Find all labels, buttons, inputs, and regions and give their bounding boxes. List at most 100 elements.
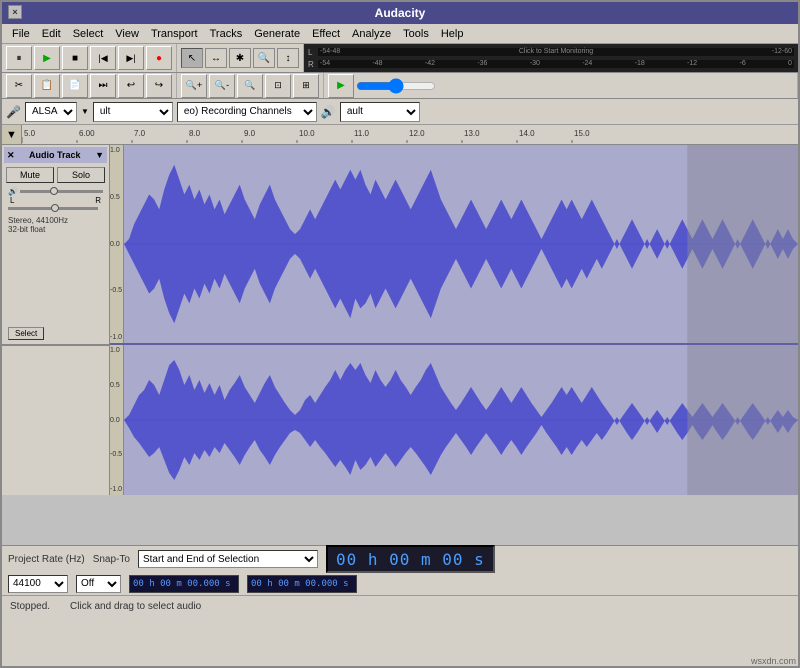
track-close-btn[interactable]: ✕ xyxy=(7,150,15,161)
stop-button[interactable]: ■ xyxy=(62,46,88,70)
db-label-r: -36 xyxy=(477,60,487,67)
amp-min-2: -1.0 xyxy=(110,486,123,493)
waveform-area[interactable]: 1.0 0.5 0.0 -0.5 -1.0 1.0 0.5 xyxy=(110,145,798,495)
track-info: Stereo, 44100Hz 32-bit float xyxy=(4,214,107,236)
track-gain-area: 🔊 L R xyxy=(4,185,107,214)
timeshift-tool-btn[interactable]: ↕ xyxy=(277,48,299,68)
stopped-status: Stopped. xyxy=(10,601,50,612)
snap-select[interactable]: Off xyxy=(76,575,121,593)
solo-button[interactable]: Solo xyxy=(57,167,105,183)
menu-help[interactable]: Help xyxy=(435,27,470,41)
track-select-area: Select xyxy=(4,325,48,342)
meter-scale-bottom: -54 -48 -42 -36 -30 -24 -18 -12 -6 0 xyxy=(318,60,794,67)
meter-l-bar: -54 -48 Click to Start Monitoring -12 -6… xyxy=(318,48,794,56)
svg-text:12.0: 12.0 xyxy=(409,129,425,138)
zoom-tool-btn[interactable]: 🔍 xyxy=(253,48,275,68)
track-title-bar: ✕ Audio Track ▼ xyxy=(4,147,107,163)
playback-speed-slider[interactable] xyxy=(356,80,436,92)
waveform-track-2: 1.0 0.5 0.0 -0.5 -1.0 xyxy=(110,345,798,495)
track-menu-btn[interactable]: ▼ xyxy=(95,150,104,160)
time-display: 00 h 00 m 00 s xyxy=(326,545,495,573)
db-label-r: -6 xyxy=(740,60,746,67)
db-label-r: -54 xyxy=(320,60,330,67)
start-time-input[interactable] xyxy=(129,575,239,593)
zoom-fit-v-btn[interactable]: ⊞ xyxy=(293,74,319,98)
pan-slider[interactable] xyxy=(8,207,98,210)
menu-select[interactable]: Select xyxy=(67,27,110,41)
amp-neg-half: -0.5 xyxy=(110,287,123,294)
trim-btn[interactable]: ⏭ xyxy=(90,74,116,98)
db-label-r: 0 xyxy=(788,60,792,67)
draw-tool-btn[interactable]: ✱ xyxy=(229,48,251,68)
track-mute-solo: Mute Solo xyxy=(4,165,107,185)
track-header: ✕ Audio Track ▼ Mute Solo 🔊 L xyxy=(2,145,109,345)
db-label-r: -48 xyxy=(372,60,382,67)
selection-mode-select[interactable]: Start and End of Selection Start and Len… xyxy=(138,550,318,568)
end-time-input[interactable] xyxy=(247,575,357,593)
menu-effect[interactable]: Effect xyxy=(306,27,346,41)
title-bar: × Audacity xyxy=(2,2,798,24)
zoom-out-btn[interactable]: 🔍- xyxy=(209,74,235,98)
vu-meter-section: L -54 -48 Click to Start Monitoring -12 … xyxy=(304,44,798,72)
track-panel-lower xyxy=(2,345,109,495)
envelope-tool-btn[interactable]: ↔ xyxy=(205,48,227,68)
menu-tracks[interactable]: Tracks xyxy=(204,27,249,41)
db-label-r: -42 xyxy=(425,60,435,67)
menu-tools[interactable]: Tools xyxy=(397,27,435,41)
zoom-sel-btn[interactable]: 🔍 xyxy=(237,74,263,98)
paste-btn[interactable]: 📋 xyxy=(34,74,60,98)
play-at-speed-btn[interactable]: ▶ xyxy=(328,74,354,98)
device-bar: 🎤 ALSA ▼ ult eo) Recording Channels 🔊 au… xyxy=(2,99,798,125)
edit-section: ✂ 📋 📄 ⏭ ↩ ↪ xyxy=(2,73,177,98)
menu-view[interactable]: View xyxy=(109,27,145,41)
output-device-select[interactable]: ault xyxy=(340,102,420,122)
pan-knob xyxy=(51,204,59,212)
amp-max: 1.0 xyxy=(110,147,123,154)
ruler-svg: 5.0 6.00 7.0 8.0 9.0 10.0 11.0 12.0 13.0… xyxy=(22,125,798,144)
skip-end-button[interactable]: ▶| xyxy=(118,46,144,70)
gain-knob xyxy=(50,187,58,195)
amp-zero-2: 0.0 xyxy=(110,417,123,424)
right-label: R xyxy=(95,196,101,205)
pause-button[interactable]: ⏸ xyxy=(6,46,32,70)
menu-analyze[interactable]: Analyze xyxy=(346,27,397,41)
menu-generate[interactable]: Generate xyxy=(248,27,306,41)
menu-file[interactable]: File xyxy=(6,27,36,41)
menu-transport[interactable]: Transport xyxy=(145,27,204,41)
left-label: L xyxy=(10,196,14,205)
close-button[interactable]: × xyxy=(8,5,22,19)
status-bar: Stopped. Click and drag to select audio xyxy=(2,595,798,617)
meter-r-bar: -54 -48 -42 -36 -30 -24 -18 -12 -6 0 xyxy=(318,60,794,68)
play-button[interactable]: ▶ xyxy=(34,46,60,70)
track-panel: ✕ Audio Track ▼ Mute Solo 🔊 L xyxy=(2,145,110,495)
bottom-row-2: 44100 Off xyxy=(2,572,798,595)
track-name-label: Audio Track xyxy=(15,150,96,160)
skip-start-button[interactable]: |◀ xyxy=(90,46,116,70)
select-tool-btn[interactable]: ↖ xyxy=(181,48,203,68)
gain-slider[interactable] xyxy=(20,190,103,193)
amp-zero: 0.0 xyxy=(110,241,123,248)
recording-channels-select[interactable]: eo) Recording Channels xyxy=(177,102,317,122)
svg-text:9.0: 9.0 xyxy=(244,129,256,138)
redo-btn[interactable]: ↪ xyxy=(146,74,172,98)
zoom-fit-btn[interactable]: ⊡ xyxy=(265,74,291,98)
amplitude-labels-1: 1.0 0.5 0.0 -0.5 -1.0 xyxy=(110,145,124,343)
cut-btn[interactable]: ✂ xyxy=(6,74,32,98)
menu-edit[interactable]: Edit xyxy=(36,27,67,41)
copy-btn[interactable]: 📄 xyxy=(62,74,88,98)
svg-text:14.0: 14.0 xyxy=(519,129,535,138)
audio-host-select[interactable]: ALSA xyxy=(25,102,77,122)
undo-btn[interactable]: ↩ xyxy=(118,74,144,98)
record-button[interactable]: ● xyxy=(146,46,172,70)
transport-section: ⏸ ▶ ■ |◀ ▶| ● xyxy=(2,44,177,72)
input-device-select[interactable]: ult xyxy=(93,102,173,122)
zoom-in-btn[interactable]: 🔍+ xyxy=(181,74,207,98)
click-monitor-label[interactable]: Click to Start Monitoring xyxy=(340,48,771,55)
project-rate-select[interactable]: 44100 xyxy=(8,575,68,593)
zoom-out-ruler-btn[interactable]: ▼ xyxy=(2,125,22,144)
select-button[interactable]: Select xyxy=(8,327,44,340)
amp-neg-half-2: -0.5 xyxy=(110,451,123,458)
gain-label: 🔊 xyxy=(8,187,18,196)
watermark: wsxdn.com xyxy=(751,656,796,666)
mute-button[interactable]: Mute xyxy=(6,167,54,183)
